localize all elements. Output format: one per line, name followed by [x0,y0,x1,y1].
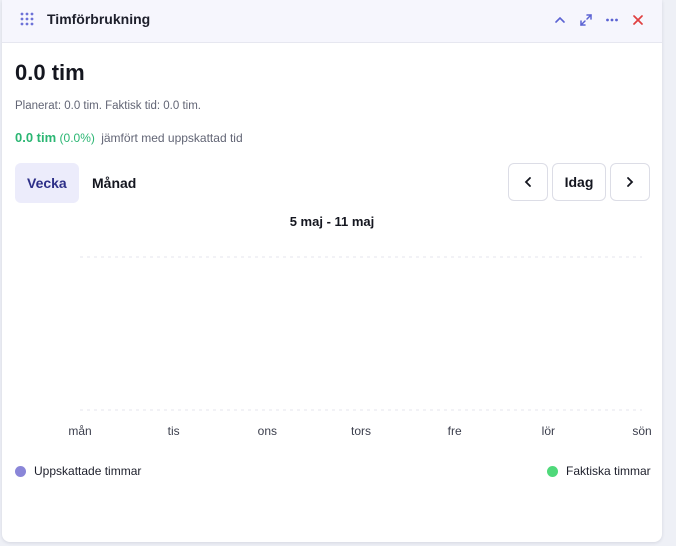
diff-text: jämfört med uppskattad tid [101,131,243,145]
legend-estimated: Uppskattade timmar [15,464,141,478]
tab-month[interactable]: Månad [80,163,148,203]
date-range-label: 5 maj - 11 maj [289,214,375,229]
chevron-left-icon [524,177,531,187]
legend-actual-dot [547,465,558,477]
collapse-chevron-up-icon[interactable] [550,10,570,30]
x-tick-label: fre [448,424,462,438]
next-period-button[interactable] [610,163,650,201]
x-tick-label: ons [258,424,277,438]
time-usage-widget: Timförbrukning 0.0 tim Planerat: 0.0 tim… [2,0,662,542]
hours-chart: mån tis ons tors fre lör sön [68,256,652,438]
prev-period-button[interactable] [508,163,548,201]
x-tick-label: lör [542,424,555,438]
planned-actual-text: Planerat: 0.0 tim. Faktisk tid: 0.0 tim. [15,100,201,112]
today-button[interactable]: Idag [552,163,606,201]
legend-actual-label: Faktiska timmar [566,464,651,478]
tab-week[interactable]: Vecka [15,163,79,203]
widget-title: Timförbrukning [47,11,151,27]
widget-header: Timförbrukning [2,0,662,43]
x-tick-label: sön [632,424,651,438]
more-dots-icon[interactable] [602,10,622,30]
legend-actual: Faktiska timmar [547,464,651,478]
legend-estimated-label: Uppskattade timmar [34,464,142,478]
legend-estimated-dot [15,465,26,477]
total-hours: 0.0 tim [15,60,85,85]
x-tick-label: tis [168,424,180,438]
diff-value: 0.0 tim [15,130,57,145]
x-tick-label: mån [68,424,91,438]
diff-percent: (0.0%) [59,131,95,145]
comparison-line: 0.0 tim (0.0%) jämfört med uppskattad ti… [15,130,243,145]
drag-handle-icon[interactable] [20,12,34,26]
x-tick-label: tors [351,424,371,438]
close-icon[interactable] [628,10,648,30]
expand-icon[interactable] [576,10,596,30]
chevron-right-icon [627,177,634,187]
